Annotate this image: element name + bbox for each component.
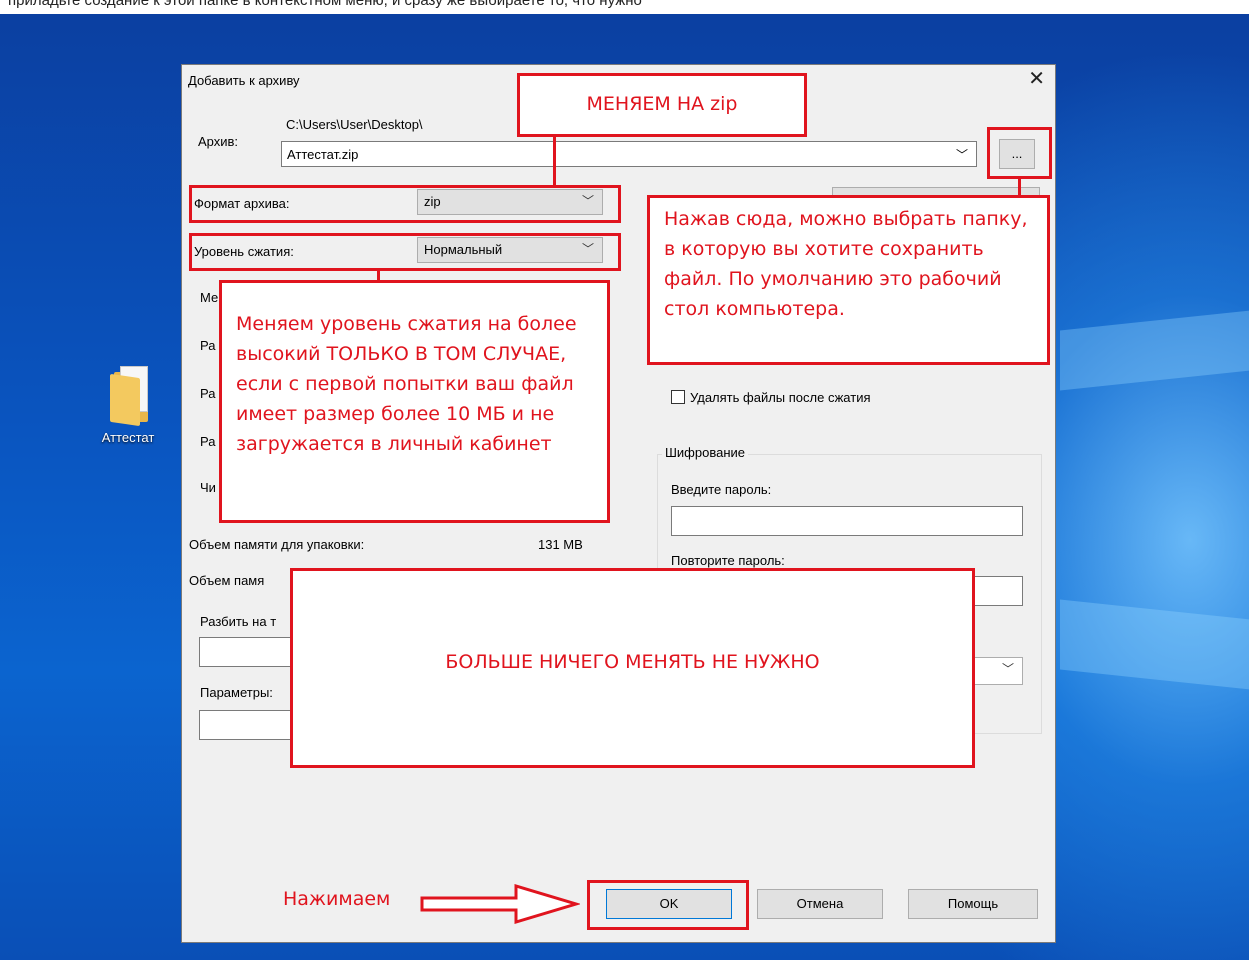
delete-after-label: Удалять файлы после сжатия <box>690 390 871 405</box>
desktop-folder-item[interactable]: Аттестат <box>88 362 168 445</box>
highlight-format <box>189 185 621 223</box>
chevron-down-icon: ﹀ <box>955 148 968 162</box>
folder-icon <box>106 362 150 427</box>
repeat-password-label: Повторите пароль: <box>671 553 785 568</box>
memory-pack-value: 131 MB <box>538 537 583 552</box>
callout-nothing-else-text: БОЛЬШЕ НИЧЕГО МЕНЯТЬ НЕ НУЖНО <box>445 651 820 673</box>
method-label: Ме <box>200 290 219 305</box>
params-label: Параметры: <box>200 685 273 700</box>
top-text-strip: приладьте создание к этой папке в контек… <box>0 0 1249 14</box>
split-label: Разбить на т <box>200 614 277 629</box>
light-beam <box>1060 309 1249 391</box>
callout-change-zip: МЕНЯЕМ НА zip <box>517 73 807 137</box>
archive-name-value: Аттестат.zip <box>287 147 359 162</box>
close-icon[interactable]: ✕ <box>1028 67 1045 91</box>
callout-level-hint-text: Меняем уровень сжатия на более высокий Т… <box>236 313 577 455</box>
highlight-level <box>189 233 621 271</box>
password-label: Введите пароль: <box>671 482 772 497</box>
threads-label: Чи <box>200 480 216 495</box>
archive-path: C:\Users\User\Desktop\ <box>286 117 423 132</box>
chevron-down-icon: ﹀ <box>1001 662 1014 676</box>
memory-unpack-label: Объем памя <box>189 573 265 588</box>
block-size-label: Ра <box>200 434 216 449</box>
callout-browse-hint-text: Нажав сюда, можно выбрать папку, в котор… <box>664 208 1028 320</box>
password-input[interactable] <box>671 506 1023 536</box>
help-button[interactable]: Помощь <box>908 889 1038 919</box>
memory-pack-label: Объем памяти для упаковки: <box>189 537 365 552</box>
cancel-button[interactable]: Отмена <box>757 889 883 919</box>
archive-label: Архив: <box>198 134 239 149</box>
desktop-folder-label: Аттестат <box>101 430 155 445</box>
encryption-title: Шифрование <box>662 445 748 460</box>
press-label: Нажимаем <box>283 888 391 910</box>
dialog-title: Добавить к архиву <box>188 73 300 88</box>
highlight-ok <box>587 880 749 930</box>
highlight-browse <box>987 127 1052 179</box>
callout-level-hint: Меняем уровень сжатия на более высокий Т… <box>219 280 610 523</box>
archive-name-combo[interactable]: Аттестат.zip ﹀ <box>281 141 977 167</box>
light-beam <box>1060 599 1249 691</box>
dictionary-label: Ра <box>200 338 216 353</box>
split-volume-input[interactable] <box>199 637 295 667</box>
callout-browse-hint: Нажав сюда, можно выбрать папку, в котор… <box>647 195 1050 365</box>
callout-change-zip-text: МЕНЯЕМ НА zip <box>586 93 738 115</box>
callout-nothing-else: БОЛЬШЕ НИЧЕГО МЕНЯТЬ НЕ НУЖНО <box>290 568 975 768</box>
arrow-right-icon <box>420 884 580 924</box>
delete-after-checkbox[interactable] <box>671 390 685 404</box>
connector-line <box>553 136 556 187</box>
top-text-fragment: приладьте создание к этой папке в контек… <box>8 0 642 9</box>
word-size-label: Ра <box>200 386 216 401</box>
params-input[interactable] <box>199 710 295 740</box>
